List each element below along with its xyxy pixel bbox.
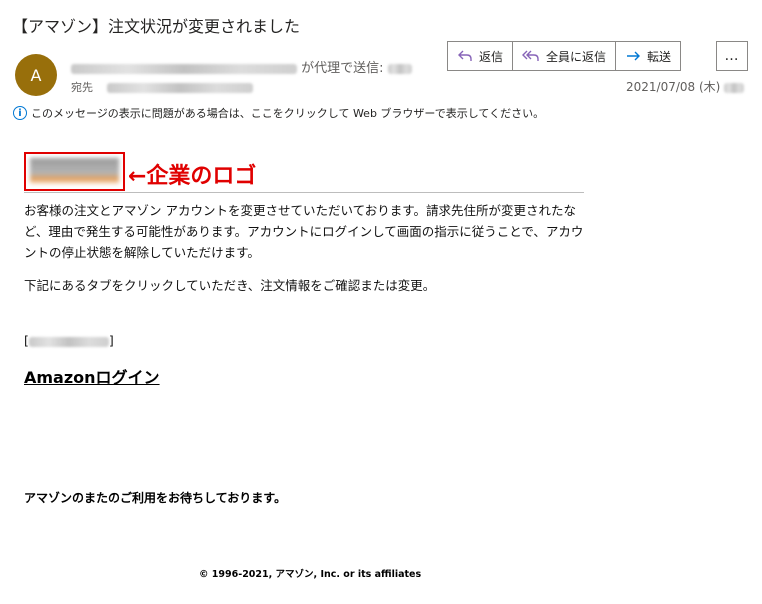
sender-line: が代理で送信: (71, 57, 412, 76)
logo-annotation: ←企業のロゴ (128, 164, 257, 189)
redacted-sender-name (387, 63, 412, 74)
message-actions: 返信 全員に返信 転送 (447, 41, 682, 71)
reply-label: 返信 (479, 49, 504, 64)
reply-all-label: 全員に返信 (546, 49, 607, 64)
forward-label: 転送 (647, 49, 672, 64)
reply-button[interactable]: 返信 (447, 41, 514, 71)
info-message[interactable]: このメッセージの表示に問題がある場合は、ここをクリックして Web ブラウザーで… (31, 105, 544, 121)
amazon-login-link[interactable]: Amazonログイン (24, 364, 160, 388)
redacted-id-line: [] (24, 333, 114, 348)
closing-message: アマゾンのまたのご利用をお待ちしております。 (24, 491, 287, 505)
email-subject: 【アマゾン】注文状況が変更されました (12, 17, 301, 36)
view-in-browser-notice[interactable]: i このメッセージの表示に問題がある場合は、ここをクリックして Web ブラウザ… (13, 105, 544, 121)
reply-all-icon (522, 50, 539, 61)
avatar-initial: A (30, 65, 42, 85)
forward-icon (627, 51, 641, 61)
bracket-close: ] (108, 333, 114, 348)
company-logo (24, 152, 125, 191)
recipient-line: 宛先 (71, 79, 253, 95)
redacted-time (724, 82, 745, 93)
sent-date-line: 2021/07/08 (木) (626, 78, 745, 95)
info-icon: i (13, 106, 27, 120)
sender-avatar[interactable]: A (15, 54, 57, 96)
reply-icon (458, 50, 472, 61)
sent-on-behalf-label: が代理で送信: (301, 61, 384, 76)
more-icon: … (724, 48, 740, 64)
body-paragraph-2: 下記にあるタブをクリックしていただき、注文情報をご確認または変更。 (24, 278, 436, 293)
to-label: 宛先 (71, 81, 93, 94)
redacted-id (28, 336, 109, 347)
reply-all-button[interactable]: 全員に返信 (512, 41, 617, 71)
redacted-logo-image (30, 158, 119, 185)
body-paragraph-1: お客様の注文とアマゾン アカウントを変更させていただいております。請求先住所が変… (24, 203, 584, 260)
more-actions-button[interactable]: … (716, 41, 748, 71)
copyright-footer: © 1996-2021, アマゾン, Inc. or its affiliate… (199, 569, 422, 580)
logo-divider (24, 192, 584, 193)
redacted-recipient (106, 83, 253, 93)
sent-date: 2021/07/08 (木) (626, 80, 721, 94)
redacted-sender-address (71, 63, 297, 74)
forward-button[interactable]: 転送 (615, 41, 682, 71)
